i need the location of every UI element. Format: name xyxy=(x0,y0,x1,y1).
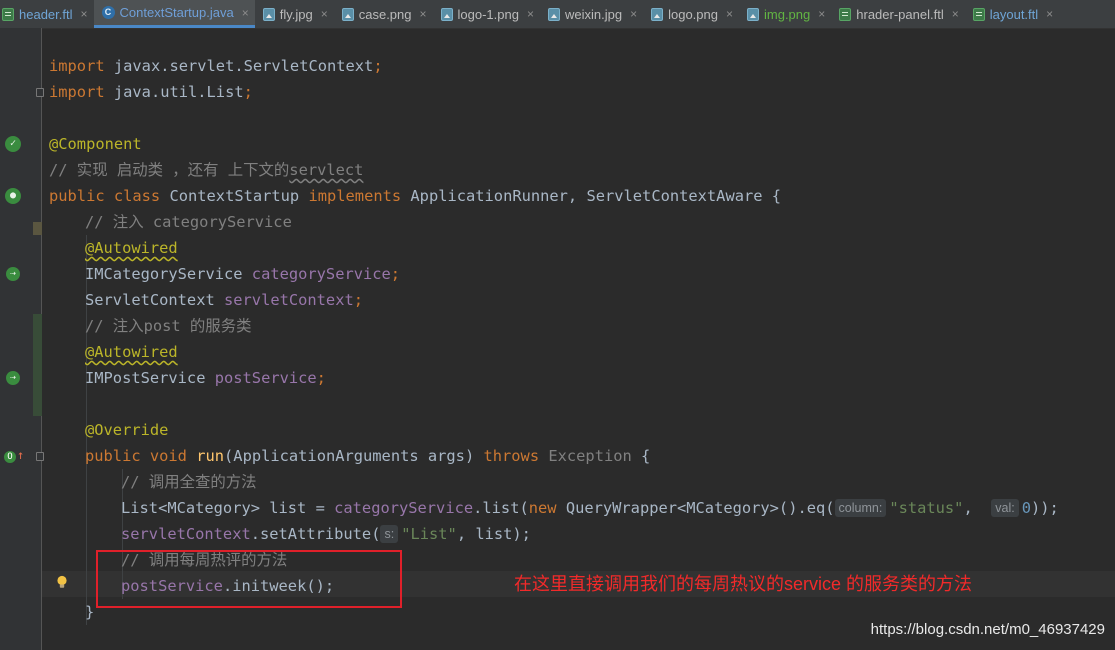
close-icon[interactable]: × xyxy=(818,7,825,21)
image-file-icon xyxy=(341,7,354,21)
ftl-file-icon xyxy=(972,7,985,21)
tab-label: ContextStartup.java xyxy=(119,5,234,20)
image-file-icon xyxy=(747,7,759,21)
close-icon[interactable]: × xyxy=(630,7,637,21)
tab-layout-ftl[interactable]: layout.ftl × xyxy=(965,0,1059,28)
tab-contextstartup-java[interactable]: C ContextStartup.java × xyxy=(93,0,255,28)
code-line-14: public void run(ApplicationArguments arg… xyxy=(85,447,651,465)
java-class-icon: C xyxy=(101,6,115,19)
code-line-2: import java.util.List; xyxy=(49,83,253,101)
param-hint-val: val: xyxy=(991,499,1019,517)
tab-label: case.png xyxy=(358,6,412,22)
close-icon[interactable]: × xyxy=(420,7,427,21)
close-icon[interactable]: × xyxy=(527,7,534,21)
code-line-13: @Override xyxy=(85,421,169,439)
close-icon[interactable]: × xyxy=(1046,7,1053,21)
code-line-8: IMCategoryService categoryService; xyxy=(85,265,401,283)
close-icon[interactable]: × xyxy=(242,6,249,20)
override-method-icon[interactable]: O ↑ xyxy=(4,449,24,465)
spring-bean-icon[interactable]: ✓ xyxy=(5,136,21,152)
ftl-file-icon xyxy=(839,7,852,21)
tab-label: logo.png xyxy=(668,6,718,22)
code-line-10: // 注入post 的服务类 xyxy=(85,317,252,335)
param-hint-s: s: xyxy=(380,525,399,543)
tab-logo-png[interactable]: logo.png × xyxy=(643,0,739,28)
image-file-icon xyxy=(547,7,560,21)
autowired-navigate-icon[interactable]: ⇢ xyxy=(6,267,20,281)
code-line-7: @Autowired xyxy=(85,239,178,257)
tab-label: img.png xyxy=(764,6,811,22)
watermark: https://blog.csdn.net/m0_46937429 xyxy=(870,621,1105,638)
editor-tab-bar: header.ftl × C ContextStartup.java × fly.jpg ×… xyxy=(0,0,1115,29)
editor-gutter: ✓ ● ⇢ ⇢ O ↑ xyxy=(0,28,44,650)
tab-label: fly.jpg xyxy=(279,6,313,22)
code-line-1: import javax.servlet.ServletContext; xyxy=(49,57,383,75)
code-line-6: // 注入 categoryService xyxy=(85,213,292,231)
code-line-12: IMPostService postService; xyxy=(85,369,326,387)
tab-hrader-panel-ftl[interactable]: hrader-panel.ftl × xyxy=(831,0,964,28)
code-line-20: } xyxy=(85,603,95,621)
change-marker xyxy=(33,314,42,416)
tab-label: logo-1.png xyxy=(457,6,519,22)
change-marker xyxy=(33,222,42,235)
param-hint-column: column: xyxy=(834,499,887,517)
spring-bean-icon[interactable]: ● xyxy=(5,188,21,204)
close-icon[interactable]: × xyxy=(321,7,328,21)
tab-label: layout.ftl xyxy=(989,6,1039,22)
image-file-icon xyxy=(440,7,453,21)
autowired-navigate-icon[interactable]: ⇢ xyxy=(6,371,20,385)
code-line-5: public class ContextStartup implements A… xyxy=(49,187,782,205)
image-file-icon xyxy=(262,7,275,21)
close-icon[interactable]: × xyxy=(81,7,88,21)
tab-case-png[interactable]: case.png × xyxy=(334,0,433,28)
code-line-16: List<MCategory> list = categoryService.l… xyxy=(121,499,1059,517)
close-icon[interactable]: × xyxy=(952,7,959,21)
tab-label: header.ftl xyxy=(19,6,73,22)
code-line-3: @Component xyxy=(49,135,142,153)
close-icon[interactable]: × xyxy=(726,7,733,21)
tab-label: hrader-panel.ftl xyxy=(856,6,944,22)
tab-fly-jpg[interactable]: fly.jpg × xyxy=(255,0,334,28)
lightbulb-icon[interactable] xyxy=(56,575,68,589)
tab-label: weixin.jpg xyxy=(564,6,623,22)
tab-weixin-jpg[interactable]: weixin.jpg × xyxy=(540,0,643,28)
tab-logo-1-png[interactable]: logo-1.png × xyxy=(433,0,540,28)
code-line-9: ServletContext servletContext; xyxy=(85,291,364,309)
highlight-box xyxy=(96,550,402,608)
code-line-4: // 实现 启动类 ，还有 上下文的servlect xyxy=(49,161,364,179)
code-line-15: // 调用全查的方法 xyxy=(121,473,257,491)
code-line-17: servletContext.setAttribute(s: "List", li… xyxy=(121,525,531,543)
image-file-icon xyxy=(651,7,664,21)
annotation-text: 在这里直接调用我们的每周热议的service 的服务类的方法 xyxy=(514,574,973,594)
code-line-11: @Autowired xyxy=(85,343,178,361)
ftl-file-icon xyxy=(2,7,14,21)
tab-img-png[interactable]: img.png × xyxy=(739,0,831,28)
tab-header-ftl[interactable]: header.ftl × xyxy=(0,0,94,28)
